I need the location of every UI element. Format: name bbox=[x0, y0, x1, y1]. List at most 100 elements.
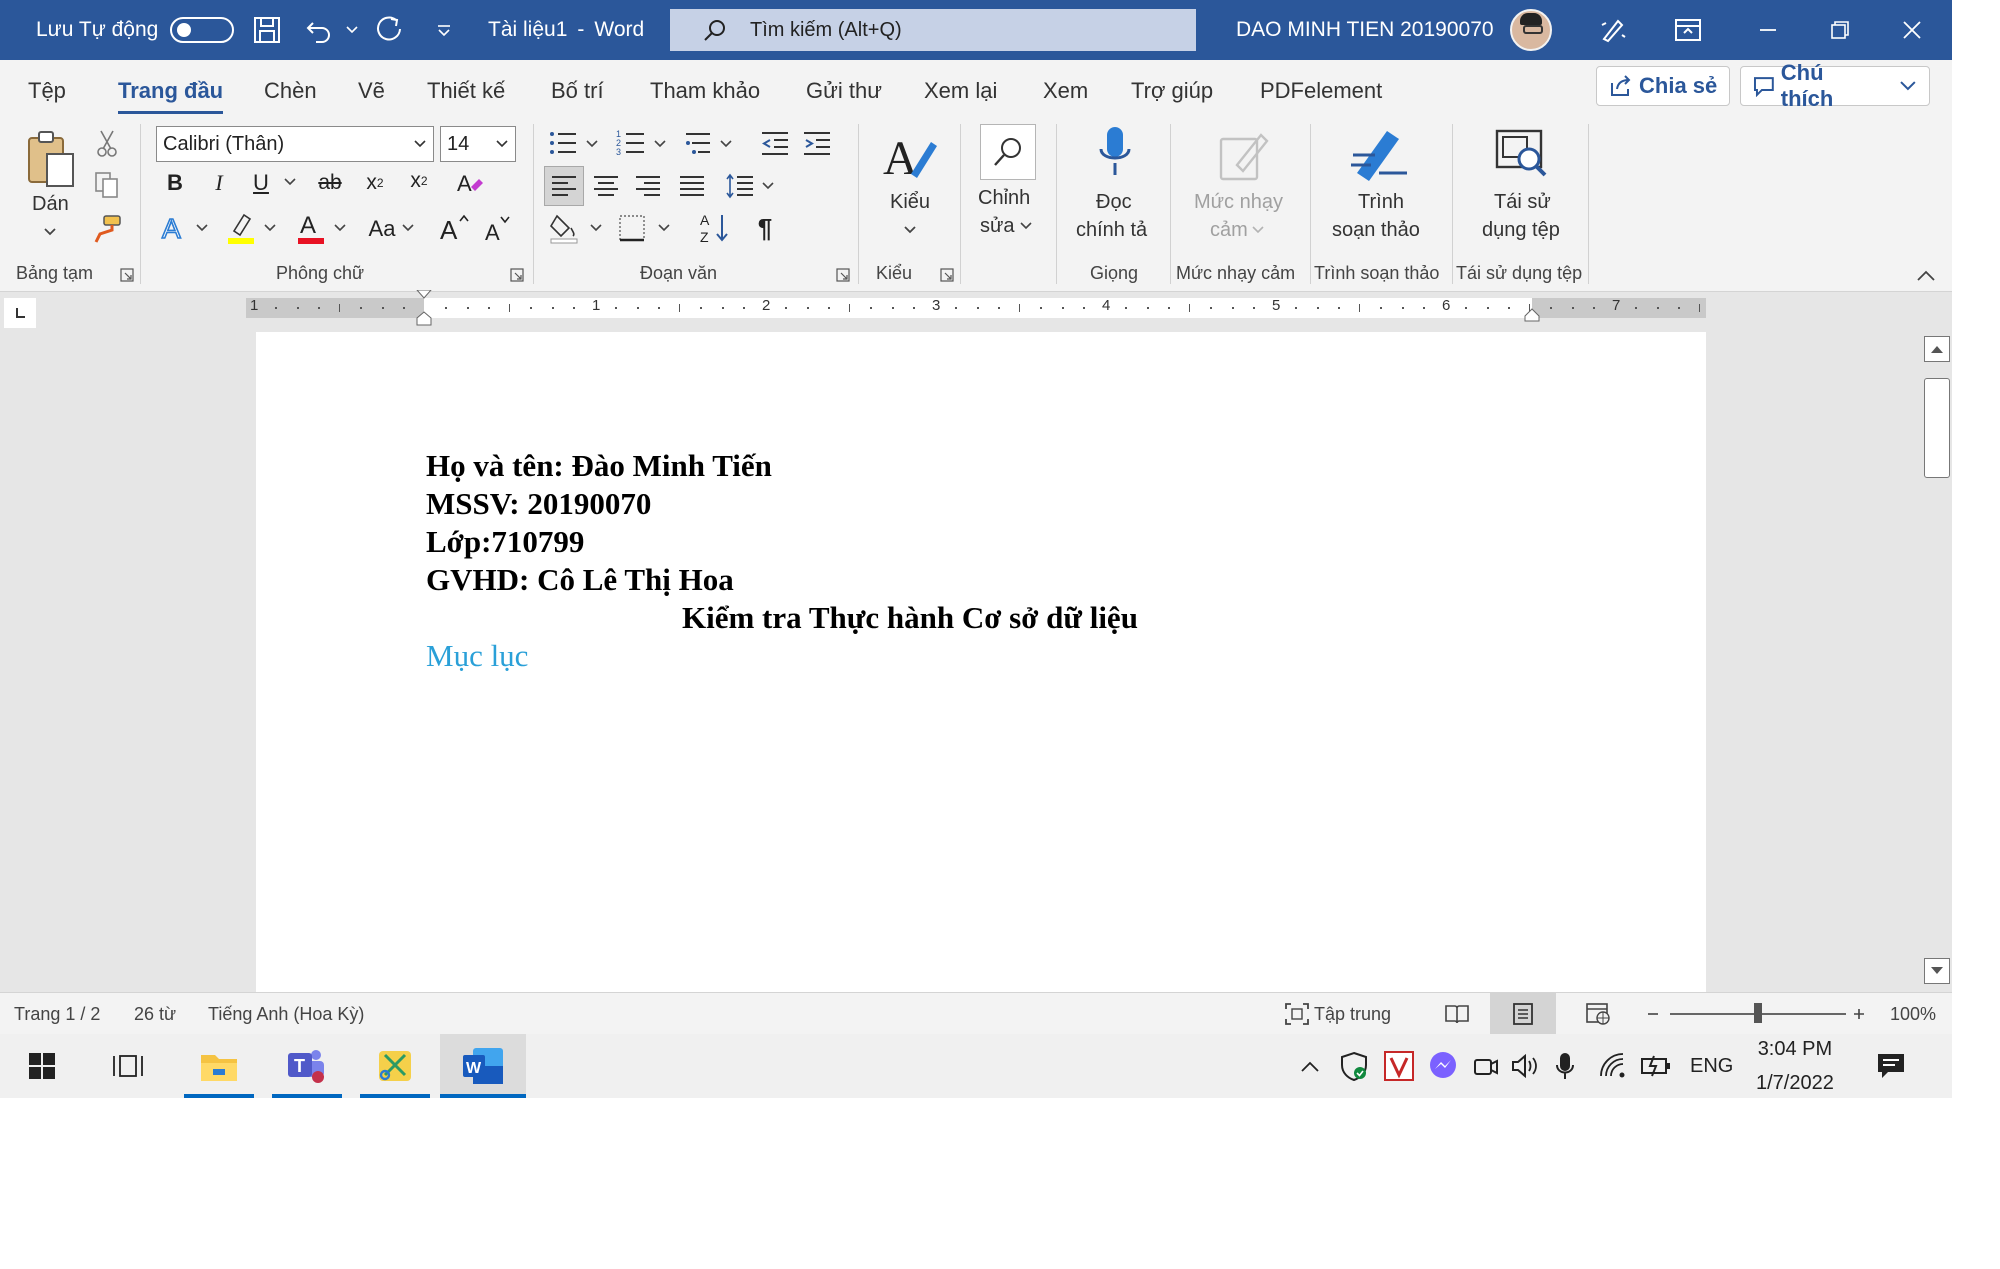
align-center-icon[interactable] bbox=[588, 168, 624, 204]
notification-center-icon[interactable] bbox=[1876, 1034, 1906, 1098]
change-case-dropdown-icon[interactable] bbox=[400, 218, 416, 238]
highlight-dropdown-icon[interactable] bbox=[262, 218, 278, 238]
indent-marker-icon[interactable] bbox=[416, 290, 432, 326]
tab-references[interactable]: Tham khảo bbox=[650, 74, 760, 108]
increase-indent-icon[interactable] bbox=[800, 126, 834, 160]
microphone-tray-icon[interactable] bbox=[1554, 1034, 1576, 1098]
paste-dropdown-icon[interactable] bbox=[40, 222, 60, 242]
close-icon[interactable] bbox=[1884, 0, 1940, 60]
sensitivity-label-line1[interactable]: Mức nhạy bbox=[1194, 188, 1283, 216]
align-left-icon[interactable] bbox=[544, 166, 584, 206]
account[interactable]: DAO MINH TIEN 20190070 bbox=[1236, 0, 1552, 60]
scroll-up-button[interactable] bbox=[1924, 336, 1950, 362]
line-spacing-dropdown-icon[interactable] bbox=[760, 176, 776, 196]
subscript-icon[interactable]: x2 bbox=[360, 168, 390, 198]
copy-icon[interactable] bbox=[92, 170, 122, 200]
file-explorer-icon[interactable] bbox=[184, 1034, 254, 1098]
tab-file[interactable]: Tệp bbox=[28, 74, 66, 108]
styles-icon[interactable]: A bbox=[880, 128, 940, 184]
print-layout-icon[interactable] bbox=[1490, 993, 1556, 1035]
undo-dropdown-icon[interactable] bbox=[346, 0, 358, 60]
cut-icon[interactable] bbox=[92, 128, 122, 158]
editor-label-line2[interactable]: soạn thảo bbox=[1332, 216, 1420, 244]
doc-line-name[interactable]: Họ và tên: Đào Minh Tiến bbox=[426, 448, 772, 484]
shrink-font-icon[interactable]: A bbox=[480, 212, 514, 246]
search-box[interactable]: Tìm kiếm (Alt+Q) bbox=[670, 9, 1196, 51]
editor-label-line1[interactable]: Trình bbox=[1358, 188, 1404, 216]
sensitivity-label-line2[interactable]: cảm bbox=[1210, 216, 1248, 244]
collapse-ribbon-icon[interactable] bbox=[1912, 264, 1940, 288]
restore-icon[interactable] bbox=[1812, 0, 1868, 60]
bold-icon[interactable]: B bbox=[160, 168, 190, 198]
language-bar[interactable]: ENG bbox=[1690, 1034, 1733, 1098]
editing-icon[interactable] bbox=[980, 124, 1036, 180]
styles-launcher-icon[interactable] bbox=[940, 268, 954, 282]
tab-insert[interactable]: Chèn bbox=[264, 74, 317, 108]
chevron-down-icon[interactable] bbox=[1899, 80, 1917, 92]
wifi-icon[interactable] bbox=[1598, 1034, 1628, 1098]
save-icon[interactable] bbox=[252, 0, 282, 60]
tab-home[interactable]: Trang đầu bbox=[118, 74, 224, 114]
reuse-label-line2[interactable]: dụng tệp bbox=[1482, 216, 1560, 244]
teams-icon[interactable]: T bbox=[272, 1034, 342, 1098]
ribbon-display-options-icon[interactable] bbox=[1660, 0, 1716, 60]
undo-icon[interactable] bbox=[304, 0, 334, 60]
antivirus-icon[interactable] bbox=[1384, 1034, 1414, 1098]
tab-design[interactable]: Thiết kế bbox=[427, 74, 505, 108]
superscript-icon[interactable]: x2 bbox=[404, 166, 434, 196]
battery-icon[interactable] bbox=[1640, 1034, 1672, 1098]
font-name-dropdown[interactable]: Calibri (Thân) bbox=[156, 126, 434, 162]
comments-button[interactable]: Chú thích bbox=[1740, 60, 1930, 111]
designer-pen-icon[interactable] bbox=[1585, 0, 1641, 60]
microphone-icon[interactable] bbox=[1090, 124, 1140, 184]
text-effects-icon[interactable]: A bbox=[156, 210, 192, 246]
task-view-icon[interactable] bbox=[100, 1034, 156, 1098]
editing-label-line1[interactable]: Chỉnh bbox=[978, 184, 1030, 212]
minimize-icon[interactable] bbox=[1740, 0, 1796, 60]
shading-dropdown-icon[interactable] bbox=[588, 218, 604, 238]
doc-line-instructor[interactable]: GVHD: Cô Lê Thị Hoa bbox=[426, 562, 734, 598]
clear-formatting-icon[interactable]: A bbox=[452, 166, 488, 202]
font-launcher-icon[interactable] bbox=[510, 268, 524, 282]
bullets-dropdown-icon[interactable] bbox=[584, 134, 600, 154]
tab-layout[interactable]: Bố trí bbox=[551, 74, 604, 108]
zoom-in-button[interactable] bbox=[1852, 993, 1866, 1035]
customize-qat-icon[interactable] bbox=[436, 0, 452, 60]
tab-pdfelement[interactable]: PDFelement bbox=[1260, 74, 1382, 108]
horizontal-ruler[interactable]: 1 1 2 3 4 5 6 7 bbox=[246, 290, 1706, 326]
autosave[interactable]: Lưu Tự động bbox=[36, 0, 235, 60]
scroll-down-button[interactable] bbox=[1924, 958, 1950, 984]
show-hidden-icons[interactable] bbox=[1300, 1034, 1320, 1098]
numbering-icon[interactable]: 123 bbox=[614, 126, 648, 160]
text-effects-dropdown-icon[interactable] bbox=[194, 218, 210, 238]
tab-review[interactable]: Xem lại bbox=[924, 74, 997, 108]
justify-icon[interactable] bbox=[674, 168, 710, 204]
zoom-thumb[interactable] bbox=[1754, 1003, 1762, 1023]
paste-label[interactable]: Dán bbox=[32, 190, 69, 218]
clipboard-launcher-icon[interactable] bbox=[120, 268, 134, 282]
page-indicator[interactable]: Trang 1 / 2 bbox=[14, 993, 100, 1035]
autosave-toggle[interactable] bbox=[170, 17, 235, 43]
meet-now-icon[interactable] bbox=[1472, 1034, 1500, 1098]
tab-mailings[interactable]: Gửi thư bbox=[806, 74, 882, 108]
bullets-icon[interactable] bbox=[546, 126, 580, 160]
tab-selector-icon[interactable] bbox=[4, 298, 36, 328]
styles-label[interactable]: Kiểu bbox=[890, 188, 930, 216]
format-painter-icon[interactable] bbox=[90, 212, 124, 246]
reuse-files-icon[interactable] bbox=[1492, 126, 1552, 184]
borders-icon[interactable] bbox=[614, 210, 650, 246]
doc-line-class[interactable]: Lớp:710799 bbox=[426, 524, 584, 560]
editor-icon[interactable] bbox=[1348, 124, 1412, 184]
scroll-thumb[interactable] bbox=[1924, 378, 1950, 478]
editing-label-line2[interactable]: sửa bbox=[980, 212, 1015, 240]
security-shield-icon[interactable] bbox=[1340, 1034, 1368, 1098]
paragraph-launcher-icon[interactable] bbox=[836, 268, 850, 282]
editing-dropdown-icon[interactable] bbox=[1018, 216, 1034, 236]
sensitivity-dropdown-icon[interactable] bbox=[1250, 220, 1266, 240]
avatar[interactable] bbox=[1509, 9, 1552, 51]
redo-icon[interactable] bbox=[374, 0, 406, 60]
dictate-label-line2[interactable]: chính tả bbox=[1076, 216, 1147, 244]
italic-icon[interactable]: I bbox=[204, 168, 234, 198]
decrease-indent-icon[interactable] bbox=[758, 126, 792, 160]
tab-help[interactable]: Trợ giúp bbox=[1131, 74, 1213, 108]
